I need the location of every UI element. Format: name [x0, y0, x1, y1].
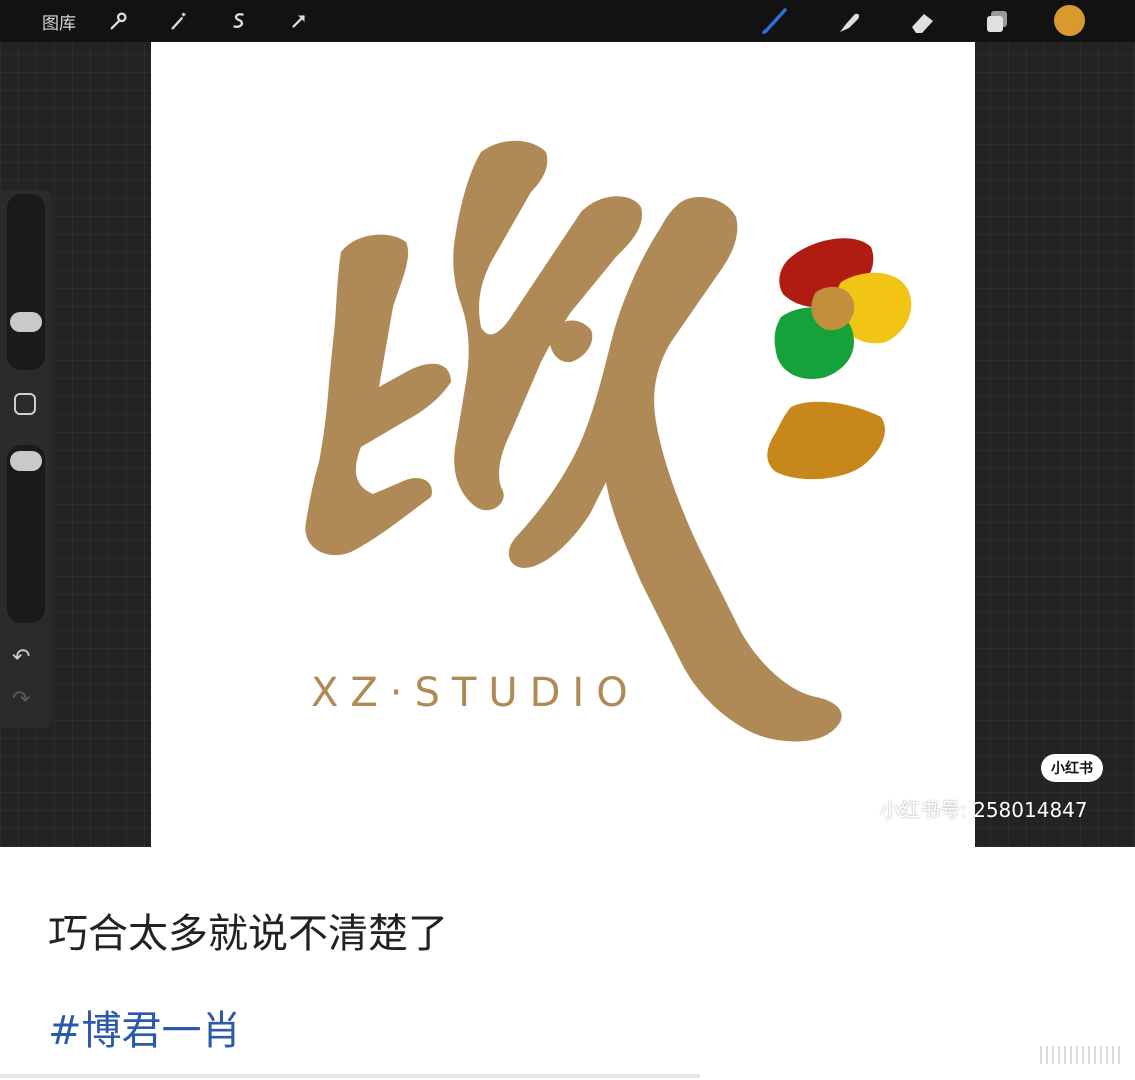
logo-text: XZ·STUDIO	[311, 670, 640, 716]
modify-button[interactable]	[14, 393, 36, 415]
post-hashtag[interactable]: #博君一肖	[48, 998, 242, 1056]
procreate-app: 图库 ↶ ↷ XZ·STUDIO 小红书 小红书号: 258014847	[0, 0, 1135, 847]
color-picker-icon[interactable]	[1054, 5, 1085, 36]
brush-icon[interactable]	[758, 6, 792, 36]
eraser-icon[interactable]	[906, 6, 940, 36]
gallery-button[interactable]: 图库	[42, 9, 76, 34]
transform-arrow-icon[interactable]	[284, 6, 314, 36]
watermark-id: 小红书号: 258014847	[880, 798, 1088, 822]
selection-icon[interactable]	[224, 6, 254, 36]
magic-wand-icon[interactable]	[164, 6, 194, 36]
opacity-slider[interactable]	[7, 445, 45, 623]
drawing-canvas[interactable]: XZ·STUDIO	[151, 42, 975, 847]
undo-icon[interactable]: ↶	[12, 645, 30, 670]
bottom-divider	[0, 1074, 700, 1078]
scroll-indicator	[1040, 1046, 1120, 1064]
top-toolbar: 图库	[0, 0, 1135, 42]
smudge-icon[interactable]	[834, 6, 864, 36]
brush-size-handle[interactable]	[10, 312, 42, 332]
left-sidebar: ↶ ↷	[0, 190, 52, 728]
watermark-badge: 小红书	[1041, 754, 1103, 782]
wrench-icon[interactable]	[104, 6, 134, 36]
redo-icon[interactable]: ↷	[12, 687, 30, 712]
brush-size-slider[interactable]	[7, 194, 45, 370]
layers-icon[interactable]	[982, 6, 1012, 36]
opacity-handle[interactable]	[10, 451, 42, 471]
logo-calligraphy-drawing	[305, 140, 912, 742]
post-caption: 巧合太多就说不清楚了	[48, 911, 448, 957]
